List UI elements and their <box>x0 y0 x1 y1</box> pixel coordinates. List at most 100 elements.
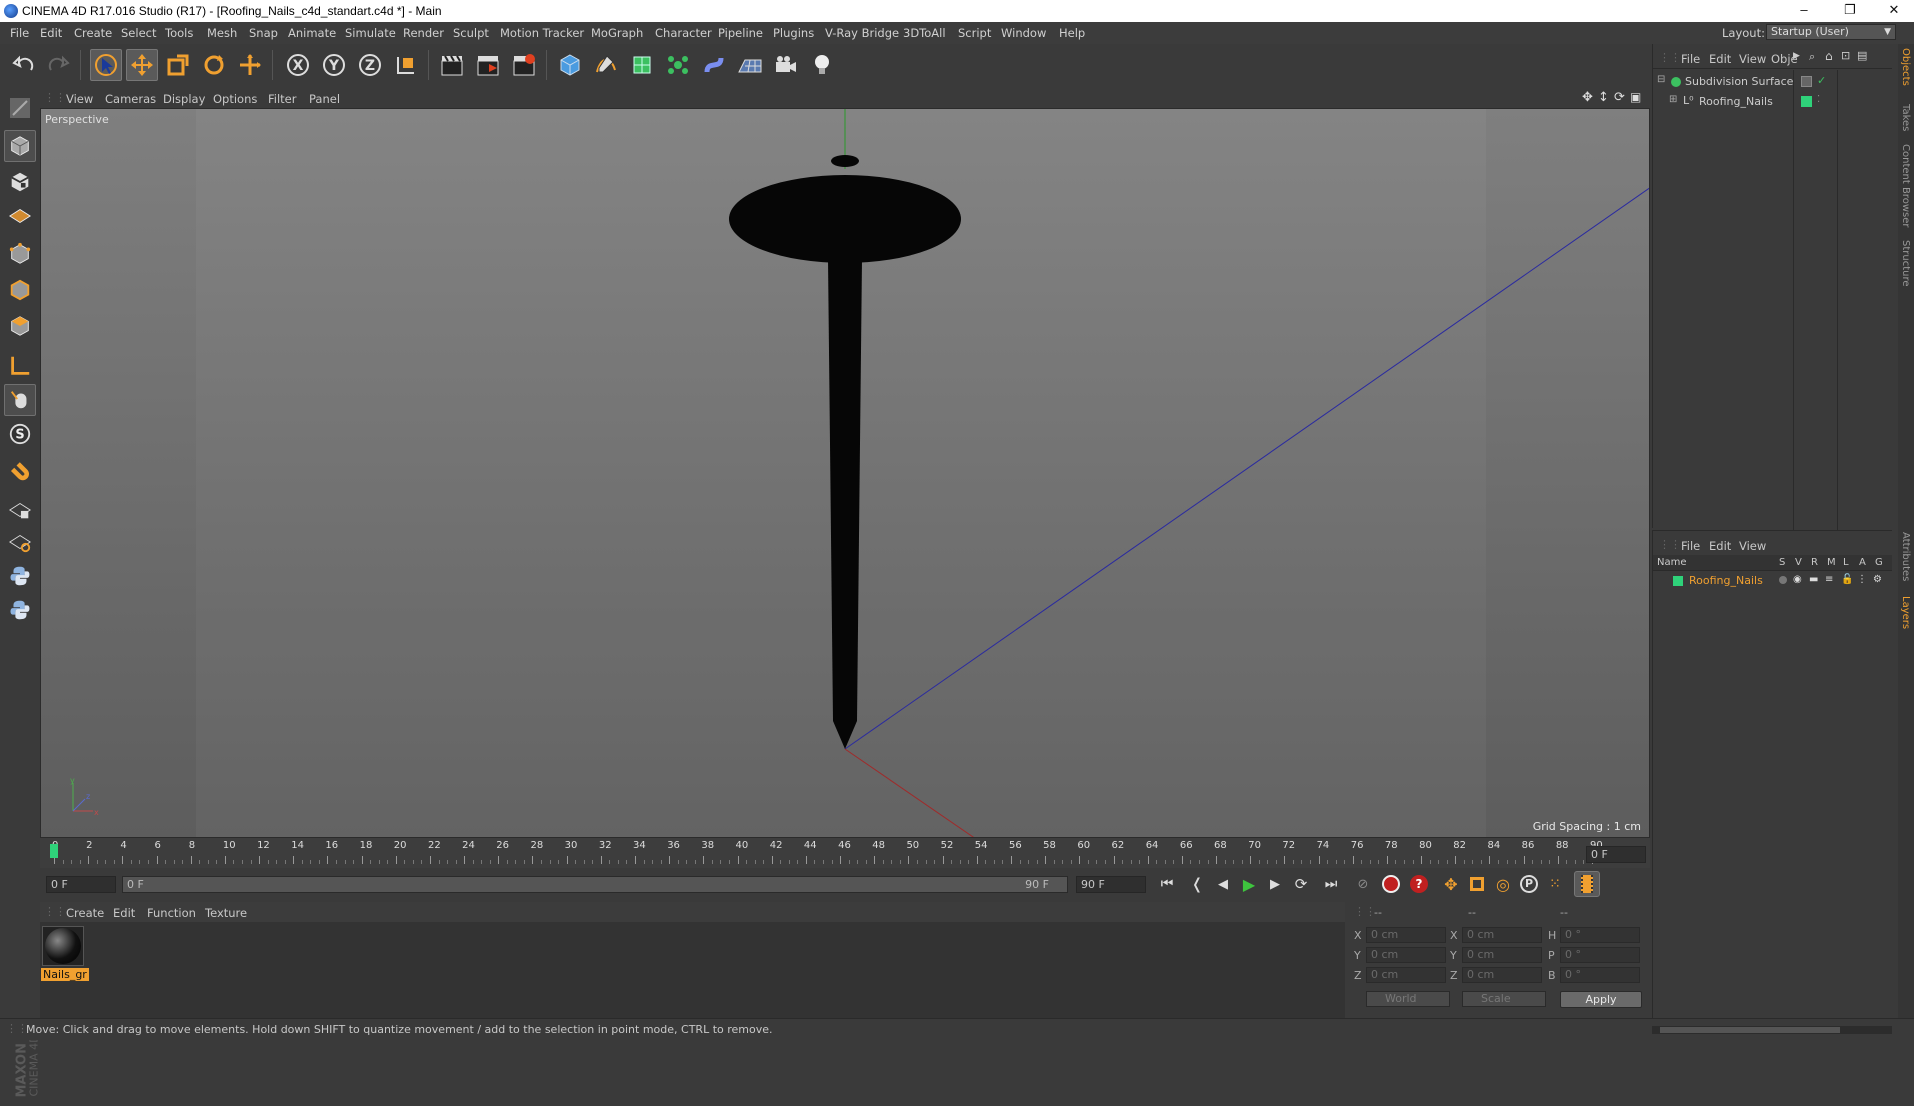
menu-edit[interactable]: Edit <box>40 26 62 40</box>
add-light-button[interactable] <box>806 49 838 81</box>
x-axis-lock-button[interactable]: X <box>282 49 314 81</box>
scrollbar-thumb[interactable] <box>1660 1027 1840 1033</box>
viewport-menu-filter[interactable]: Filter <box>268 92 296 106</box>
layer-menu-edit[interactable]: Edit <box>1709 539 1731 553</box>
python-script-button-1[interactable] <box>4 560 36 592</box>
size-x-field[interactable]: 0 cm <box>1462 927 1542 943</box>
new-window-icon[interactable]: ⊡ <box>1841 49 1850 62</box>
viewport-menu-panel[interactable]: Panel <box>309 92 340 106</box>
rotation-key-button[interactable]: ◎ <box>1490 871 1516 897</box>
drag-handle-icon[interactable]: ⋮⋮ <box>1354 905 1376 918</box>
zoom-view-icon[interactable]: ↕ <box>1598 90 1609 105</box>
material-menu-function[interactable]: Function <box>147 906 196 920</box>
keyframe-selection-button[interactable]: ? <box>1406 871 1432 897</box>
menu-mograph[interactable]: MoGraph <box>591 26 643 40</box>
material-menu-edit[interactable]: Edit <box>113 906 135 920</box>
y-axis-lock-button[interactable]: Y <box>318 49 350 81</box>
manager-icon[interactable]: ≡ <box>1825 574 1833 585</box>
previous-frame-button[interactable]: ◀ <box>1210 871 1236 897</box>
tweak-mode-button[interactable] <box>4 384 36 416</box>
lock-workplane-button[interactable] <box>4 494 36 526</box>
menu-pipeline[interactable]: Pipeline <box>718 26 763 40</box>
layer-color-swatch[interactable] <box>1801 96 1812 107</box>
menu-help[interactable]: Help <box>1059 26 1085 40</box>
model-mode-button[interactable] <box>4 130 36 162</box>
tab-takes[interactable]: Takes <box>1900 104 1911 131</box>
menu-animate[interactable]: Animate <box>288 26 336 40</box>
position-key-button[interactable]: ✥ <box>1438 871 1464 897</box>
previous-key-button[interactable]: ❬ <box>1184 871 1210 897</box>
menu-plugins[interactable]: Plugins <box>773 26 814 40</box>
scale-key-button[interactable] <box>1464 871 1490 897</box>
size-z-field[interactable]: 0 cm <box>1462 967 1542 983</box>
layer-row[interactable]: Roofing_Nails ◉ ▬ ≡ 🔓 ⋮ ⚙ <box>1653 573 1892 589</box>
solo-toggle-icon[interactable] <box>1779 576 1787 584</box>
render-view-button[interactable] <box>436 49 468 81</box>
menu-snap[interactable]: Snap <box>249 26 278 40</box>
transform-tool-button[interactable] <box>234 49 266 81</box>
edges-mode-button[interactable] <box>4 274 36 306</box>
apply-button[interactable]: Apply <box>1560 991 1642 1008</box>
menu-vray-bridge[interactable]: V-Ray Bridge <box>825 26 899 40</box>
tab-layers[interactable]: Layers <box>1900 596 1911 629</box>
python-script-button-2[interactable] <box>4 594 36 626</box>
add-spline-button[interactable] <box>590 49 622 81</box>
drag-handle-icon[interactable]: ⋮⋮ <box>44 905 66 918</box>
menu-mesh[interactable]: Mesh <box>207 26 237 40</box>
magnet-button[interactable] <box>4 458 36 490</box>
eye-icon[interactable]: ◉ <box>1793 574 1802 585</box>
horizontal-scrollbar[interactable] <box>1652 1026 1892 1034</box>
snapping-button[interactable]: S <box>4 418 36 450</box>
material-menu-create[interactable]: Create <box>66 906 104 920</box>
current-frame-field[interactable]: 0 F <box>1586 846 1646 863</box>
add-cube-button[interactable] <box>554 49 586 81</box>
menu-character[interactable]: Character <box>655 26 712 40</box>
tab-objects[interactable]: Objects <box>1900 48 1911 86</box>
coordinate-system-button[interactable] <box>390 49 422 81</box>
drag-handle-icon[interactable]: ⋮⋮ <box>1659 51 1681 64</box>
autokey-button[interactable] <box>1378 871 1404 897</box>
go-to-start-button[interactable]: ⏮ <box>1154 871 1180 897</box>
move-tool-button[interactable] <box>126 49 158 81</box>
drag-handle-icon[interactable]: ⋮⋮ <box>44 91 66 104</box>
go-to-end-button[interactable]: ⏭ <box>1318 871 1344 897</box>
menu-tools[interactable]: Tools <box>165 26 193 40</box>
menu-simulate[interactable]: Simulate <box>345 26 396 40</box>
range-slider[interactable]: 0 F 90 F <box>122 876 1068 893</box>
texture-mode-button[interactable] <box>4 166 36 198</box>
minimize-button[interactable]: – <box>1784 2 1824 20</box>
planar-workplane-button[interactable] <box>4 526 36 558</box>
drag-handle-icon[interactable]: ⋮⋮ <box>1659 538 1681 551</box>
panel-menu-icon[interactable]: ▤ <box>1857 49 1867 62</box>
search-icon[interactable]: ⌕ <box>1809 50 1815 64</box>
live-selection-button[interactable] <box>90 49 122 81</box>
object-menu-view[interactable]: View <box>1739 52 1766 66</box>
orbit-view-icon[interactable]: ⟳ <box>1614 90 1625 105</box>
viewport-menu-display[interactable]: Display <box>163 92 205 106</box>
layer-color-swatch[interactable] <box>1673 576 1683 586</box>
layer-tag-icon[interactable] <box>1801 76 1812 87</box>
expand-toggle-icon[interactable]: ⊞ <box>1669 94 1677 105</box>
viewport-menu-view[interactable]: View <box>66 92 93 106</box>
playhead[interactable] <box>50 844 58 858</box>
record-keys-button[interactable]: ⊘ <box>1350 871 1376 897</box>
timeline-ruler[interactable]: 0246810121416182022242628303234363840424… <box>40 838 1650 868</box>
enable-axis-button[interactable] <box>4 350 36 382</box>
coordinate-mode-select[interactable]: World <box>1366 991 1450 1007</box>
generators-icon[interactable]: ⚙ <box>1873 574 1882 585</box>
add-camera-button[interactable] <box>770 49 802 81</box>
redo-button[interactable] <box>42 49 74 81</box>
viewport-menu-cameras[interactable]: Cameras <box>105 92 156 106</box>
start-frame-field[interactable]: 0 F <box>46 876 116 893</box>
parameter-key-button[interactable]: P <box>1516 871 1542 897</box>
make-editable-button[interactable] <box>4 92 36 124</box>
point-level-key-button[interactable]: ⁙ <box>1542 871 1568 897</box>
size-y-field[interactable]: 0 cm <box>1462 947 1542 963</box>
layer-menu-file[interactable]: File <box>1681 539 1700 553</box>
layout-select[interactable]: Startup (User) ▼ <box>1766 24 1896 40</box>
viewport-menu-options[interactable]: Options <box>213 92 257 106</box>
menu-select[interactable]: Select <box>121 26 156 40</box>
layer-name[interactable]: Roofing_Nails <box>1689 574 1763 587</box>
points-mode-button[interactable] <box>4 238 36 270</box>
render-icon[interactable]: ▬ <box>1809 574 1818 585</box>
